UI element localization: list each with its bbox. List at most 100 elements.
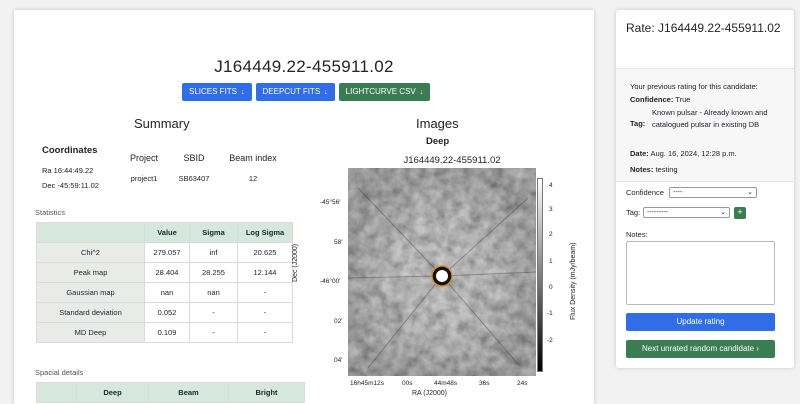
plot-title: J164449.22-455911.02: [403, 155, 501, 166]
candidate-title: J164449.22-455911.02: [214, 57, 394, 76]
table-header: Deep: [76, 382, 149, 403]
date-row: Date: Aug. 16, 2024, 12:28 p.m.: [630, 149, 737, 158]
confidence-select[interactable]: ---- ⌄: [669, 187, 757, 198]
table-row: MD Deep 0.109 - -: [36, 322, 293, 343]
sbid-value: SB63407: [178, 174, 210, 183]
table-cell: -: [237, 322, 293, 343]
y-axis-label: Dec (J2000): [292, 243, 299, 282]
spatial-details-label: Spacial details: [35, 368, 84, 377]
beam-index-header: Beam index: [229, 153, 277, 163]
lightcurve-csv-button[interactable]: LIGHTCURVE CSV ↓: [338, 83, 431, 101]
table-cell: 279.057: [144, 242, 190, 263]
table-cell: -: [237, 302, 293, 323]
previous-rating-box: Your previous rating for this candidate:…: [616, 68, 794, 182]
download-buttons: SLICES FITS ↓ DEEPCUT FITS ↓ LIGHTCURVE CS…: [182, 83, 431, 101]
images-heading: Images: [416, 116, 459, 131]
update-rating-button[interactable]: Update rating: [626, 313, 775, 331]
next-candidate-button[interactable]: Next unrated random candidate ›: [626, 340, 775, 358]
colorbar-tick: 3: [549, 206, 553, 213]
notes-label: Notes:: [626, 230, 648, 239]
x-tick: 36s: [479, 380, 490, 387]
table-header: [36, 222, 145, 243]
chevron-down-icon: ⌄: [720, 209, 726, 216]
colorbar-tick: 4: [549, 182, 553, 189]
table-cell: Peak map: [36, 262, 145, 283]
colorbar-tick: 0: [549, 284, 553, 291]
table-cell: 28.404: [144, 262, 190, 283]
table-cell: 28.255: [189, 262, 238, 283]
ra-value: Ra 16:44:49.22: [42, 166, 94, 175]
x-tick: 44m48s: [434, 380, 458, 387]
colorbar-tick: 1: [549, 258, 553, 265]
table-row: Standard deviation 0.052 - -: [36, 302, 293, 323]
coordinates-heading: Coordinates: [42, 145, 98, 156]
project-header: Project: [129, 153, 158, 163]
colorbar-label: Flux Density (mJy/beam): [570, 242, 577, 320]
candidate-card: J164449.22-455911.02 SLICES FITS ↓ DEEPCU…: [14, 10, 594, 404]
table-cell: nan: [144, 282, 190, 303]
statistics-table: Value Sigma Log Sigma Chi^2 279.057 inf …: [36, 222, 293, 343]
y-tick: 58': [334, 239, 343, 246]
tag-select[interactable]: --------- ⌄: [643, 207, 730, 218]
sbid-header: SBID: [183, 153, 205, 163]
beam-index-value: 12: [248, 174, 258, 183]
confidence-row: Confidence: True: [630, 95, 691, 104]
table-cell: Chi^2: [36, 242, 145, 263]
y-tick: 02': [334, 318, 343, 325]
previous-rating-label: Your previous rating for this candidate:: [630, 82, 758, 91]
table-row: Chi^2 279.057 inf 20.625: [36, 242, 293, 263]
deep-image: [348, 168, 536, 376]
colorbar: [537, 178, 543, 372]
colorbar-tick: 2: [549, 231, 553, 238]
tag-label: Tag:: [626, 208, 641, 217]
table-cell: 0.052: [144, 302, 190, 323]
table-cell: -: [189, 322, 238, 343]
table-cell: inf: [189, 242, 238, 263]
table-cell: nan: [189, 282, 238, 303]
table-header: Sigma: [189, 222, 238, 243]
table-header: Beam: [148, 382, 229, 403]
colorbar-tick: -2: [547, 337, 553, 344]
x-axis-label: RA (J2000): [412, 390, 448, 397]
dec-value: Dec -45:59:11.02: [42, 181, 99, 190]
y-tick: -46°00': [320, 278, 341, 285]
statistics-label: Statistics: [35, 208, 66, 217]
spatial-details-table: Deep Beam Bright: [36, 382, 305, 403]
table-cell: MD Deep: [36, 322, 145, 343]
table-row: Peak map 28.404 28.255 12.144: [36, 262, 293, 283]
x-tick: 24s: [517, 380, 528, 387]
notes-row: Notes: testing: [630, 165, 678, 174]
confidence-label: Confidence: [626, 188, 664, 197]
table-cell: 12.144: [237, 262, 293, 283]
table-header: Value: [144, 222, 190, 243]
table-cell: -: [237, 282, 293, 303]
notes-textarea[interactable]: [626, 241, 775, 305]
table-cell: 20.625: [237, 242, 293, 263]
tag-key: Tag:: [630, 119, 646, 128]
y-tick: -45°56': [320, 199, 341, 206]
add-tag-button[interactable]: +: [734, 207, 746, 219]
colorbar-tick: -1: [547, 310, 553, 317]
table-header: [36, 382, 77, 403]
y-tick: 04': [334, 357, 343, 364]
table-cell: -: [189, 302, 238, 323]
download-icon: ↓: [419, 89, 424, 96]
tag-value: Known pulsar - Already known and catalog…: [652, 108, 768, 129]
table-row: Gaussian map nan nan -: [36, 282, 293, 303]
project-value: project1: [130, 174, 158, 183]
table-cell: Gaussian map: [36, 282, 145, 303]
rating-card: Rate: J164449.22-455911.02 Your previous…: [616, 10, 794, 368]
rating-title: Rate: J164449.22-455911.02: [626, 21, 781, 35]
summary-heading: Summary: [134, 116, 190, 131]
slices-fits-button[interactable]: SLICES FITS ↓: [182, 83, 252, 101]
download-icon: ↓: [241, 89, 245, 96]
table-cell: Standard deviation: [36, 302, 145, 323]
deep-subheading: Deep: [426, 136, 450, 147]
table-header: Bright: [228, 382, 305, 403]
table-cell: 0.109: [144, 322, 190, 343]
table-header: Log Sigma: [237, 222, 293, 243]
x-tick: 16h45m12s: [350, 380, 384, 387]
x-tick: 00s: [402, 380, 413, 387]
deepcut-fits-button[interactable]: DEEPCUT FITS ↓: [255, 83, 335, 101]
chevron-down-icon: ⌄: [747, 189, 753, 196]
